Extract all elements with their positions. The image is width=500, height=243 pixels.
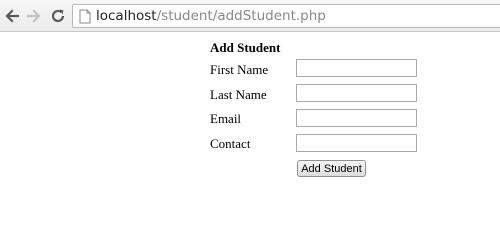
- arrow-right-icon: [26, 9, 41, 23]
- page-content: Add Student First Name Last Name Email C…: [0, 33, 500, 243]
- address-bar[interactable]: localhost/student/addStudent.php: [72, 4, 500, 28]
- reload-button[interactable]: [48, 6, 68, 26]
- first-name-input[interactable]: [296, 59, 417, 77]
- contact-label: Contact: [210, 136, 251, 151]
- arrow-left-icon: [5, 9, 20, 23]
- url-path: /student/addStudent.php: [156, 8, 326, 24]
- page-icon: [79, 9, 91, 23]
- last-name-input[interactable]: [296, 84, 417, 102]
- add-student-button[interactable]: Add Student: [297, 160, 366, 177]
- browser-toolbar: localhost/student/addStudent.php: [0, 0, 500, 32]
- last-name-label: Last Name: [210, 87, 267, 102]
- email-label: Email: [210, 111, 242, 126]
- contact-input[interactable]: [296, 134, 417, 152]
- url-host: localhost: [96, 8, 157, 24]
- reload-icon: [51, 9, 65, 23]
- form-title: Add Student: [210, 40, 281, 55]
- email-input[interactable]: [296, 109, 417, 127]
- first-name-label: First Name: [210, 62, 269, 77]
- back-button[interactable]: [2, 6, 22, 26]
- forward-button[interactable]: [24, 6, 44, 26]
